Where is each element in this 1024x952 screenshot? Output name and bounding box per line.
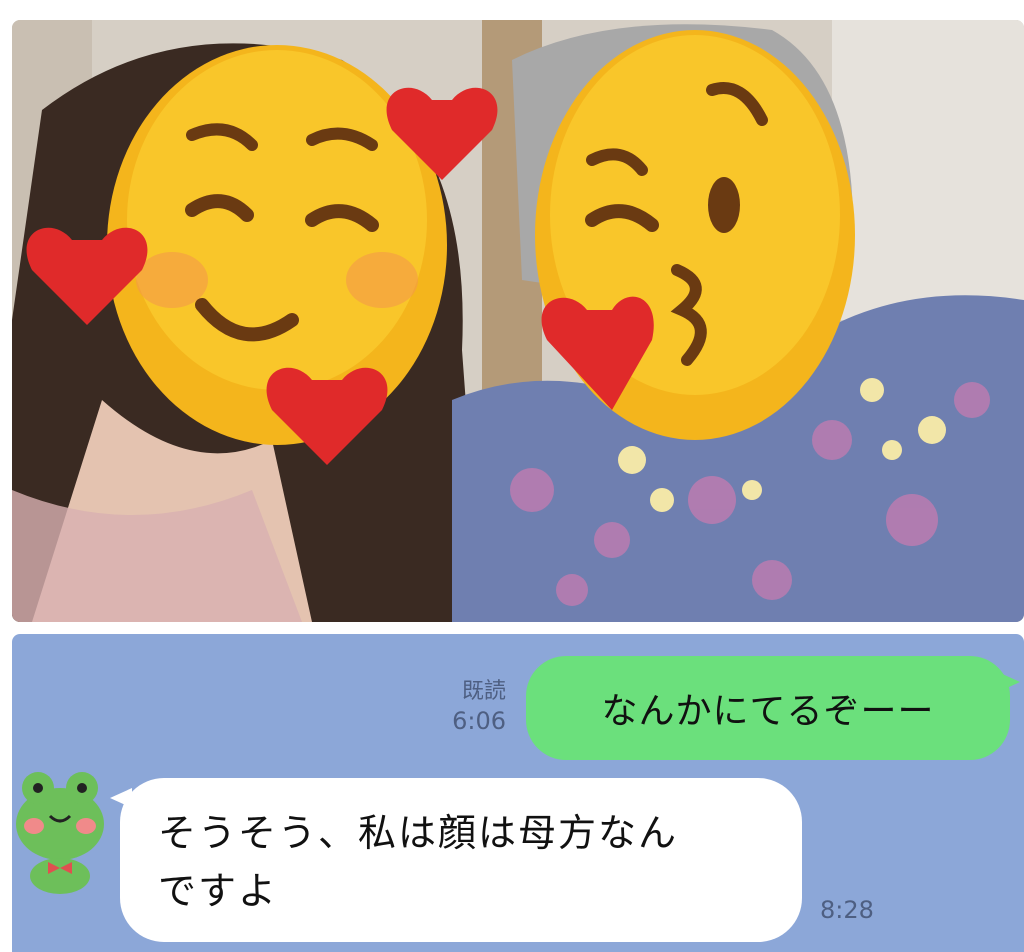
outgoing-timestamp: 6:06 [452,706,506,735]
shared-photo[interactable] [12,20,1024,622]
bubble-tail [110,788,132,808]
incoming-message-text: そうそう、私は顔は母方なん ですよ [158,804,778,920]
incoming-timestamp: 8:28 [820,896,874,924]
read-status: 既読 6:06 [452,678,506,736]
outgoing-message-text: なんかにてるぞーー [601,691,935,732]
photo-image [12,20,1024,622]
incoming-message-line-1: そうそう、私は顔は母方なん [158,811,679,855]
outgoing-message-bubble[interactable]: なんかにてるぞーー [526,656,1020,760]
incoming-message-line-2: ですよ [158,869,279,913]
read-label: 既読 [461,679,506,704]
incoming-message-bubble[interactable]: そうそう、私は顔は母方なん ですよ [110,778,802,942]
kissing-face-emoji [535,30,855,440]
frog-avatar-icon[interactable] [12,754,112,894]
bubble-tail [998,672,1020,692]
chat-area: 既読 6:06 なんかにてるぞーー そうそう、私は顔は母方なん ですよ 8:28 [12,634,1024,952]
